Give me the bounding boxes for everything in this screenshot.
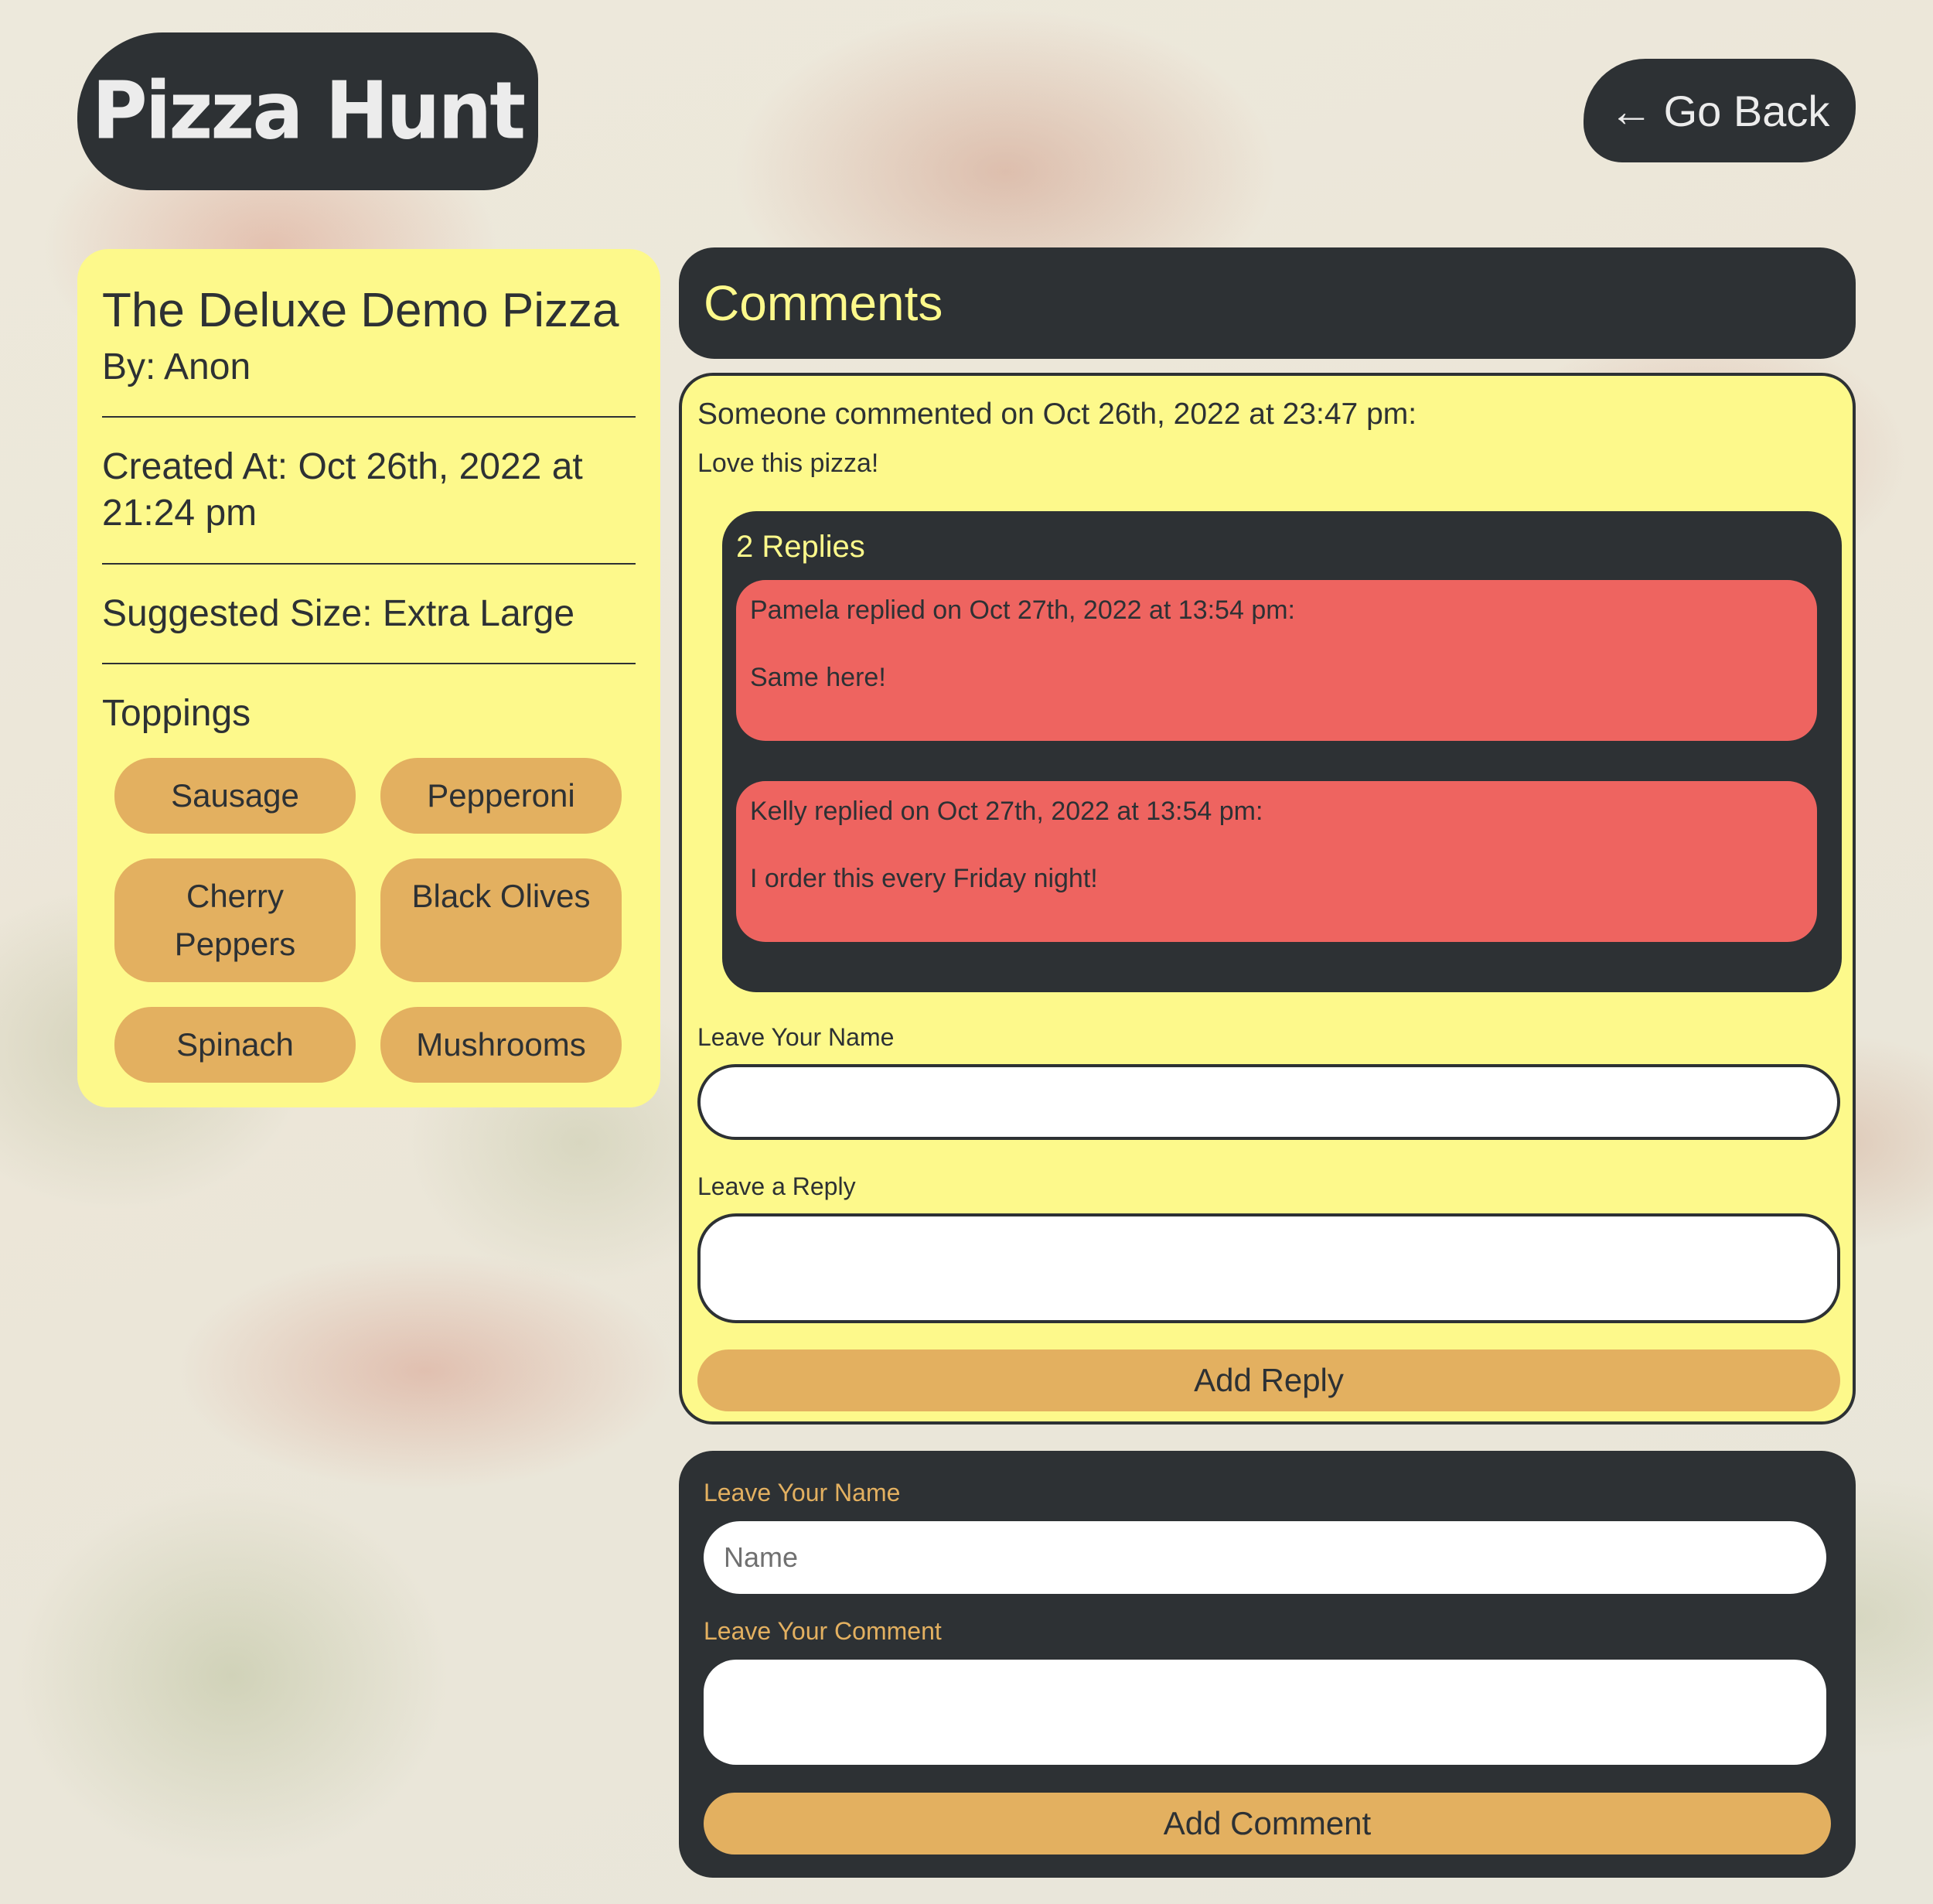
logo[interactable]: Pizza Hunt (77, 32, 538, 190)
comment-meta: Someone commented on Oct 26th, 2022 at 2… (697, 398, 1417, 431)
comment-body: Love this pizza! (697, 449, 879, 478)
pizza-suggested-size: Suggested Size: Extra Large (102, 565, 636, 665)
reply-meta: Pamela replied on Oct 27th, 2022 at 13:5… (750, 595, 1296, 625)
go-back-label: Go Back (1663, 86, 1830, 135)
reply-textarea[interactable] (697, 1213, 1840, 1323)
comment-textarea[interactable] (704, 1660, 1826, 1765)
reply-name-input[interactable] (697, 1064, 1840, 1140)
reply-item: Pamela replied on Oct 27th, 2022 at 13:5… (736, 580, 1817, 741)
comment-name-label: Leave Your Name (704, 1479, 901, 1506)
go-back-button[interactable]: ← Go Back (1584, 59, 1856, 162)
reply-item: Kelly replied on Oct 27th, 2022 at 13:54… (736, 781, 1817, 942)
reply-name-label: Leave Your Name (697, 1023, 895, 1051)
logo-text: Pizza Hunt (91, 65, 526, 158)
reply-text: I order this every Friday night! (750, 864, 1098, 893)
pizza-title: The Deluxe Demo Pizza (102, 284, 619, 337)
comments-heading: Comments (679, 247, 1856, 359)
add-comment-button[interactable]: Add Comment (704, 1793, 1831, 1855)
comment-card: Someone commented on Oct 26th, 2022 at 2… (679, 373, 1856, 1425)
topping-tag: Cherry Peppers (114, 858, 356, 983)
comment-text-label: Leave Your Comment (704, 1617, 942, 1645)
arrow-left-icon: ← (1609, 86, 1653, 135)
replies-count: 2 Replies (736, 530, 865, 564)
pizza-author: By: Anon (102, 346, 636, 418)
toppings-heading: Toppings (102, 693, 251, 735)
pizza-created-at: Created At: Oct 26th, 2022 at 21:24 pm (102, 418, 636, 565)
reply-text: Same here! (750, 663, 886, 692)
reply-text-label: Leave a Reply (697, 1172, 856, 1200)
topping-tag: Mushrooms (380, 1007, 622, 1083)
topping-tag: Pepperoni (380, 758, 622, 834)
topping-tag: Sausage (114, 758, 356, 834)
toppings-list: Sausage Pepperoni Cherry Peppers Black O… (102, 758, 636, 1083)
topping-tag: Black Olives (380, 858, 622, 983)
comment-name-input[interactable]: Name (704, 1521, 1826, 1594)
replies-panel: 2 Replies Pamela replied on Oct 27th, 20… (722, 511, 1842, 992)
topping-tag: Spinach (114, 1007, 356, 1083)
add-reply-button[interactable]: Add Reply (697, 1350, 1840, 1411)
pizza-info-card: The Deluxe Demo Pizza By: Anon Created A… (77, 249, 660, 1107)
reply-meta: Kelly replied on Oct 27th, 2022 at 13:54… (750, 797, 1263, 826)
new-comment-form: Leave Your Name Name Leave Your Comment … (679, 1451, 1856, 1878)
